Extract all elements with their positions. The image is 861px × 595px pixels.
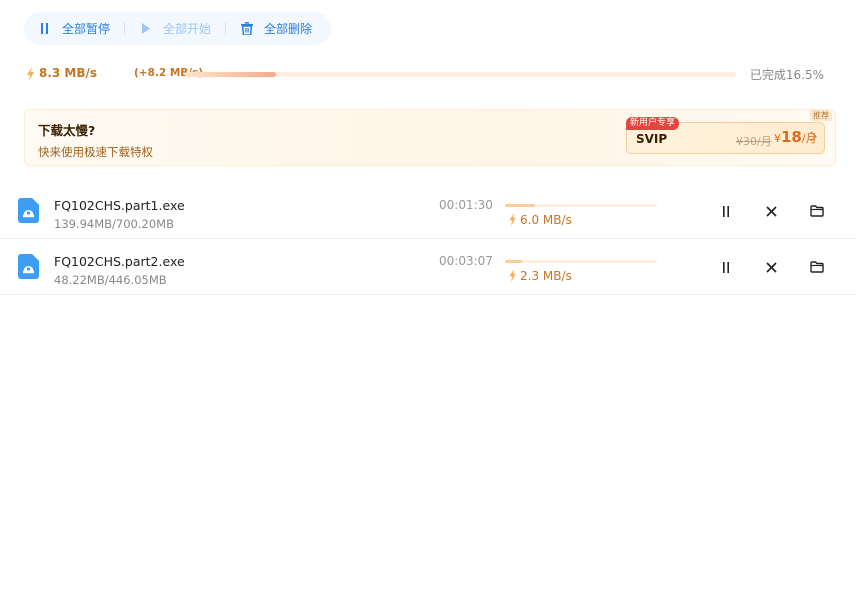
lightning-icon — [509, 213, 516, 226]
pause-icon — [723, 261, 729, 273]
toolbar: 全部暂停 全部开始 全部删除 — [24, 12, 331, 45]
speedup-promo-banner: 下载太慢? 快来使用极速下载特权 推荐 新用户专享 SVIP ¥30/月 ¥18… — [24, 109, 836, 166]
folder-icon — [810, 261, 824, 273]
pause-all-label: 全部暂停 — [62, 22, 111, 36]
file-speed: 2.3 MB/s — [508, 269, 572, 283]
recommend-tag: 推荐 — [810, 110, 832, 121]
chevron-right-icon — [810, 131, 818, 146]
start-all-button[interactable]: 全部开始 — [139, 20, 211, 37]
open-folder-button[interactable] — [809, 259, 825, 275]
toolbar-divider — [124, 22, 126, 35]
overall-speed-row: 8.3 MB/s (+8.2 MB/s) 已完成16.5% — [24, 66, 834, 84]
file-name: FQ102CHS.part2.exe — [54, 254, 185, 269]
file-speed: 6.0 MB/s — [508, 213, 572, 227]
file-icon — [18, 198, 39, 223]
file-icon — [18, 254, 39, 279]
new-user-badge: 新用户专享 — [626, 117, 680, 130]
trash-icon — [240, 22, 254, 36]
cancel-button[interactable] — [763, 203, 779, 219]
price-currency: ¥ — [774, 132, 781, 145]
overall-progress-bar — [185, 72, 736, 77]
file-progress-bar — [505, 260, 657, 263]
file-progress-fill — [505, 260, 522, 263]
price-amount: 18 — [781, 128, 802, 146]
close-icon — [765, 261, 777, 273]
svip-offer-button[interactable]: 新用户专享 SVIP ¥30/月 ¥18/月 — [626, 117, 825, 154]
file-progress-fill — [505, 204, 536, 207]
delete-all-label: 全部删除 — [264, 22, 313, 36]
current-speed: 8.3 MB/s — [39, 66, 98, 80]
file-speed-value: 2.3 MB/s — [520, 269, 572, 283]
file-name: FQ102CHS.part1.exe — [54, 198, 185, 213]
file-speed-value: 6.0 MB/s — [520, 213, 572, 227]
file-size: 139.94MB/700.20MB — [54, 217, 174, 231]
original-price: ¥30/月 — [736, 135, 772, 148]
cancel-button[interactable] — [763, 259, 779, 275]
close-icon — [765, 205, 777, 217]
completed-percent: 已完成16.5% — [749, 68, 824, 82]
pause-all-button[interactable]: 全部暂停 — [38, 20, 110, 37]
pause-button[interactable] — [718, 203, 734, 219]
lightning-icon — [509, 269, 516, 282]
remaining-time: 00:03:07 — [439, 254, 493, 268]
pause-button[interactable] — [718, 259, 734, 275]
start-all-label: 全部开始 — [163, 22, 212, 36]
file-progress-bar — [505, 204, 657, 207]
pause-icon — [38, 22, 52, 36]
file-size: 48.22MB/446.05MB — [54, 273, 167, 287]
pause-icon — [723, 205, 729, 217]
toolbar-divider — [225, 22, 227, 35]
download-row[interactable]: FQ102CHS.part1.exe 139.94MB/700.20MB 00:… — [0, 184, 857, 239]
delete-all-button[interactable]: 全部删除 — [240, 20, 312, 37]
open-folder-button[interactable] — [809, 203, 825, 219]
folder-icon — [810, 205, 824, 217]
play-icon — [139, 22, 153, 36]
overall-progress-fill — [185, 72, 276, 77]
lightning-icon — [27, 67, 34, 81]
download-row[interactable]: FQ102CHS.part2.exe 48.22MB/446.05MB 00:0… — [0, 240, 857, 295]
promo-subtitle: 快来使用极速下载特权 — [38, 145, 153, 159]
remaining-time: 00:01:30 — [439, 198, 493, 212]
promo-title: 下载太慢? — [38, 123, 96, 138]
svip-plan-name: SVIP — [636, 132, 668, 146]
